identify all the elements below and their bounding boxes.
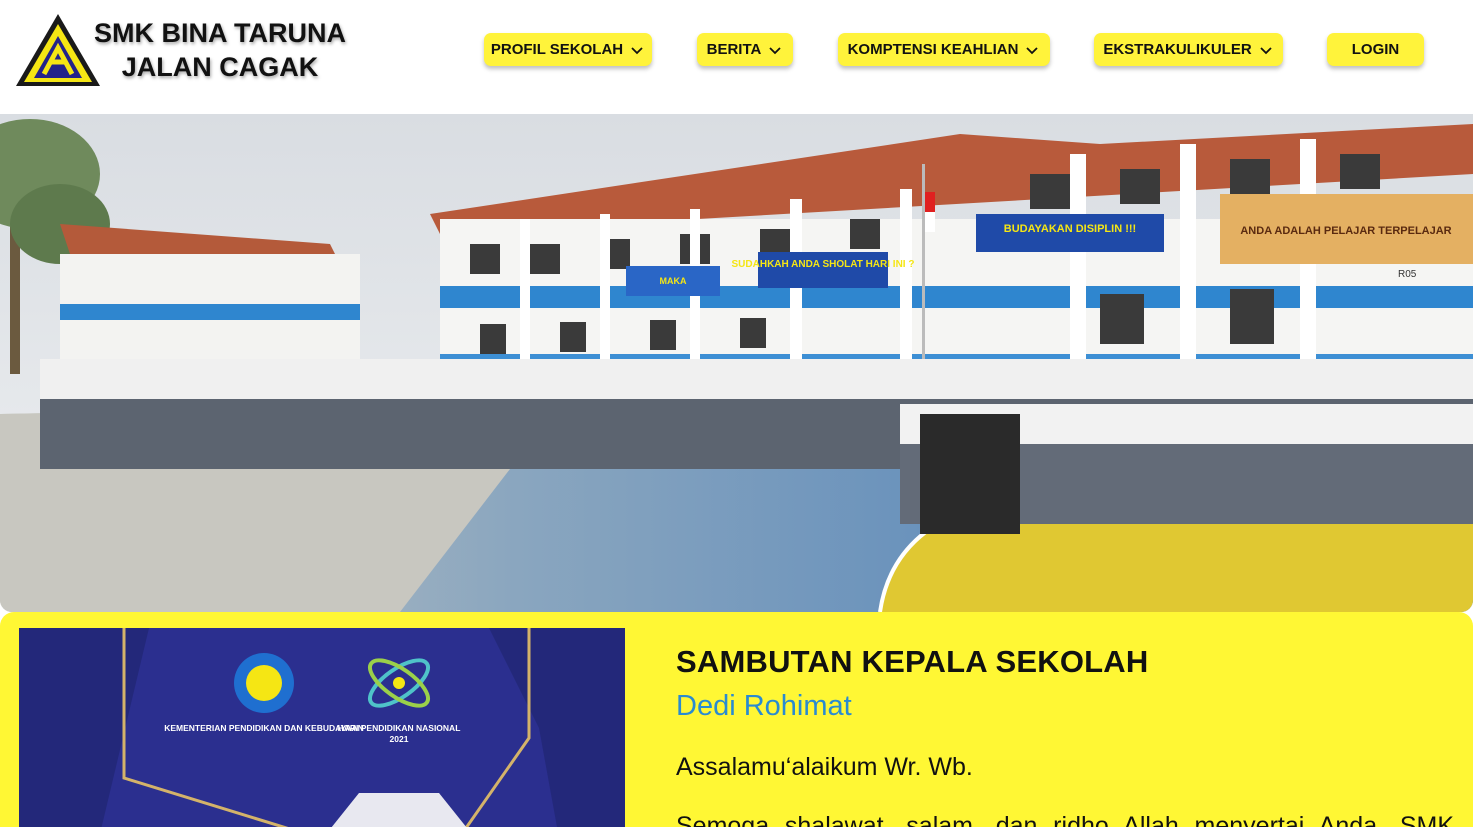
hero-illustration: SUDAHKAH ANDA SHOLAT HARI INI ? BUDAYAKA… — [0, 114, 1473, 612]
chevron-down-icon — [631, 46, 643, 54]
room-label: R05 — [1398, 269, 1417, 280]
nav-berita-button[interactable]: BERITA — [697, 33, 793, 66]
welcome-greeting: Assalamu‘alaikum Wr. Wb. — [676, 753, 973, 781]
banner-pelajar: ANDA ADALAH PELAJAR TERPELAJAR — [1220, 194, 1473, 264]
hero-school-photo: SUDAHKAH ANDA SHOLAT HARI INI ? BUDAYAKA… — [0, 114, 1473, 612]
school-name-line1: SMK BINA TARUNA — [94, 18, 346, 48]
nav-profil-sekolah-button[interactable]: PROFIL SEKOLAH — [484, 33, 652, 66]
welcome-section: KEMENTERIAN PENDIDIKAN DAN KEBUDAYAAN HA… — [0, 612, 1473, 827]
svg-text:BUDAYAKAN DISIPLIN !!!: BUDAYAKAN DISIPLIN !!! — [1004, 223, 1136, 235]
login-button[interactable]: LOGIN — [1327, 33, 1424, 66]
nav-ekstrakulikuler-button[interactable]: EKSTRAKULIKULER — [1094, 33, 1283, 66]
svg-text:SUDAHKAH ANDA SHOLAT HARI INI: SUDAHKAH ANDA SHOLAT HARI INI ? — [732, 259, 915, 270]
nav-kompetensi-keahlian-button[interactable]: KOMPTENSI KEAHLIAN — [838, 33, 1050, 66]
principal-name: Dedi Rohimat — [676, 690, 852, 722]
hardiknas-poster: KEMENTERIAN PENDIDIKAN DAN KEBUDAYAAN HA… — [19, 628, 625, 827]
svg-text:MAKA: MAKA — [660, 276, 687, 286]
banner-maka: MAKA — [626, 266, 720, 296]
banner-sholat: SUDAHKAH ANDA SHOLAT HARI INI ? — [732, 252, 915, 288]
school-name[interactable]: SMK BINA TARUNA JALAN CAGAK — [86, 16, 354, 84]
banner-disiplin: BUDAYAKAN DISIPLIN !!! — [976, 214, 1164, 252]
site-header: SMK BINA TARUNA JALAN CAGAK PROFIL SEKOL… — [0, 0, 1473, 114]
nav-label: BERITA — [706, 41, 762, 58]
svg-text:ANDA ADALAH PELAJAR TERPELAJAR: ANDA ADALAH PELAJAR TERPELAJAR — [1240, 225, 1451, 237]
chevron-down-icon — [1026, 46, 1039, 54]
nav-label: LOGIN — [1351, 41, 1400, 58]
welcome-body-text: Semoga shalawat, salam, dan ridho Allah … — [676, 812, 1454, 827]
chevron-down-icon — [1260, 46, 1272, 54]
school-name-line2: JALAN CAGAK — [121, 52, 319, 82]
nav-label: PROFIL SEKOLAH — [490, 41, 624, 58]
nav-label: KOMPTENSI KEAHLIAN — [847, 41, 1019, 58]
poster-event: HARI PENDIDIKAN NASIONAL — [338, 723, 461, 733]
poster-ministry: KEMENTERIAN PENDIDIKAN DAN KEBUDAYAAN — [164, 723, 364, 733]
poster-year: 2021 — [390, 734, 409, 744]
nav-label: EKSTRAKULIKULER — [1103, 41, 1252, 58]
welcome-title: SAMBUTAN KEPALA SEKOLAH — [676, 644, 1149, 679]
chevron-down-icon — [769, 46, 781, 54]
